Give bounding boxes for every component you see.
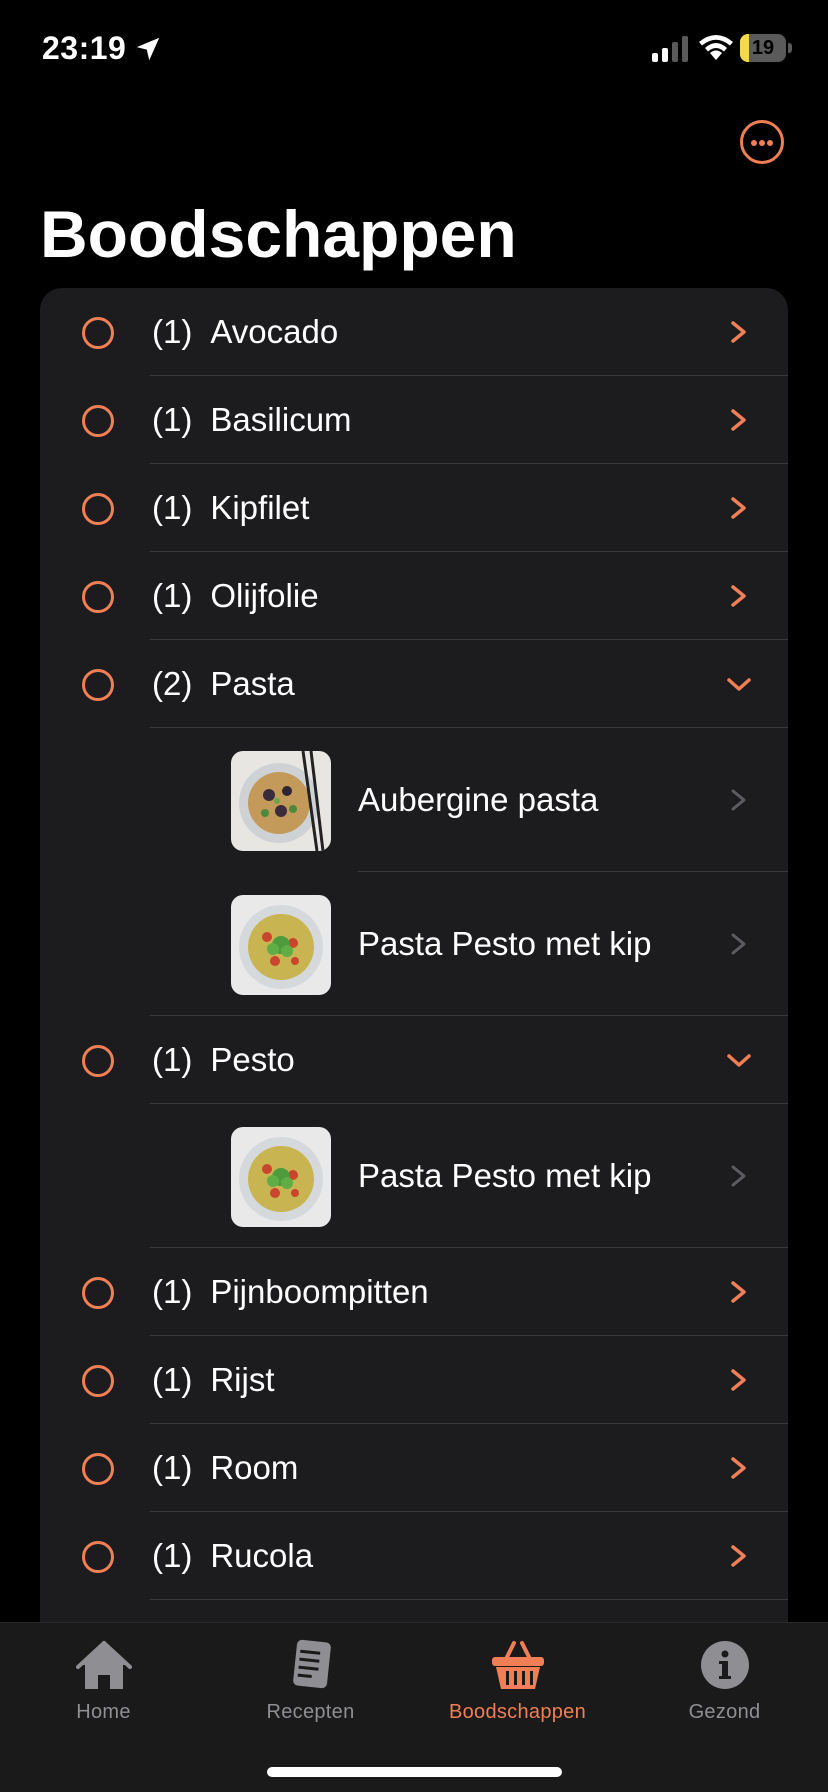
basket-icon (491, 1641, 544, 1689)
tab-label: Gezond (688, 1701, 761, 1723)
status-time: 23:19 (42, 30, 127, 66)
chevron-right-icon (731, 1165, 746, 1187)
recipe-row[interactable]: Aubergine pasta (40, 728, 788, 872)
item-count: (1) (152, 401, 193, 438)
tab-home[interactable]: Home (0, 1639, 207, 1739)
chevron-right-icon (731, 789, 746, 811)
status-bar: 23:19 19 (0, 0, 828, 100)
item-count: (1) (152, 1449, 193, 1486)
shopping-list: (1) Avocado (1) Basilicum (1) Kipfilet (1) O… (40, 288, 788, 1748)
item-name: Rijst (210, 1361, 275, 1398)
location-arrow-icon (136, 37, 160, 61)
checkbox-circle[interactable] (82, 581, 114, 613)
pasta-pesto-thumbnail (231, 1127, 331, 1227)
item-count: (1) (152, 489, 193, 526)
tab-label: Home (76, 1701, 131, 1723)
chevron-down-icon[interactable] (726, 676, 752, 694)
item-count: (1) (152, 1537, 193, 1574)
ellipsis-circle-icon (751, 140, 757, 146)
item-name: Pijnboompitten (210, 1273, 429, 1310)
item-name: Rucola (210, 1537, 314, 1574)
tab-label: Boodschappen (448, 1701, 587, 1723)
wifi-icon (699, 35, 733, 60)
tab-boodschappen[interactable]: Boodschappen (414, 1639, 621, 1739)
item-name: Avocado (210, 313, 339, 350)
recipe-name: Aubergine pasta (358, 781, 599, 818)
item-name: Pesto (210, 1041, 295, 1078)
pasta-pesto-thumbnail (231, 895, 331, 995)
chevron-right-icon (731, 1369, 746, 1391)
battery-level: 19 (751, 37, 775, 59)
list-item[interactable]: (1) Room (40, 1424, 788, 1512)
checkbox-circle[interactable] (82, 669, 114, 701)
tab-label: Recepten (266, 1701, 355, 1723)
recipe-name: Pasta Pesto met kip (358, 1157, 652, 1194)
info-circle-icon (700, 1641, 749, 1689)
item-name: Olijfolie (210, 577, 319, 614)
item-count: (1) (152, 313, 193, 350)
chevron-right-icon (731, 321, 746, 343)
home-indicator (267, 1767, 562, 1777)
item-name: Basilicum (210, 401, 352, 438)
item-name: Room (210, 1449, 299, 1486)
chevron-right-icon (731, 933, 746, 955)
more-options-button[interactable] (740, 120, 784, 164)
chevron-right-icon (731, 1457, 746, 1479)
item-count: (2) (152, 665, 193, 702)
list-item[interactable]: (1) Avocado (40, 288, 788, 376)
chevron-right-icon (731, 409, 746, 431)
checkbox-circle[interactable] (82, 493, 114, 525)
item-count: (1) (152, 1361, 193, 1398)
list-item[interactable]: (1) Kipfilet (40, 464, 788, 552)
checkbox-circle[interactable] (82, 1045, 114, 1077)
list-item-expanded[interactable]: (1) Pesto (40, 1016, 788, 1104)
list-item[interactable]: (1) Rijst (40, 1336, 788, 1424)
item-count: (1) (152, 577, 193, 614)
recipe-row[interactable]: Pasta Pesto met kip (40, 872, 788, 1016)
chevron-right-icon (731, 1281, 746, 1303)
list-item[interactable]: (1) Olijfolie (40, 552, 788, 640)
house-icon (75, 1641, 132, 1689)
chevron-down-icon[interactable] (726, 1052, 752, 1070)
list-item[interactable]: (1) Rucola (40, 1512, 788, 1600)
item-count: (1) (152, 1041, 193, 1078)
tab-recepten[interactable]: Recepten (207, 1639, 414, 1739)
aubergine-pasta-thumbnail (231, 751, 331, 851)
checkbox-circle[interactable] (82, 1277, 114, 1309)
page-title: Boodschappen (40, 197, 517, 271)
checkbox-circle[interactable] (82, 405, 114, 437)
item-name: Pasta (210, 665, 295, 702)
list-item[interactable]: (1) Basilicum (40, 376, 788, 464)
recipe-name: Pasta Pesto met kip (358, 925, 652, 962)
cellular-signal-icon (652, 36, 688, 62)
checkbox-circle[interactable] (82, 317, 114, 349)
chevron-right-icon (731, 497, 746, 519)
battery-charging-icon: 19 (740, 34, 792, 62)
item-name: Kipfilet (210, 489, 310, 526)
recipe-row[interactable]: Pasta Pesto met kip (40, 1104, 788, 1248)
list-item[interactable]: (1) Pijnboompitten (40, 1248, 788, 1336)
checkbox-circle[interactable] (82, 1365, 114, 1397)
book-icon (292, 1639, 331, 1689)
item-count: (1) (152, 1273, 193, 1310)
tab-gezond[interactable]: Gezond (621, 1639, 828, 1739)
checkbox-circle[interactable] (82, 1541, 114, 1573)
chevron-right-icon (731, 585, 746, 607)
list-item-expanded[interactable]: (2) Pasta (40, 640, 788, 728)
chevron-right-icon (731, 1545, 746, 1567)
screen: 23:19 19 Boodschappen (1) Avocado (1) Ba… (0, 0, 828, 1792)
checkbox-circle[interactable] (82, 1453, 114, 1485)
